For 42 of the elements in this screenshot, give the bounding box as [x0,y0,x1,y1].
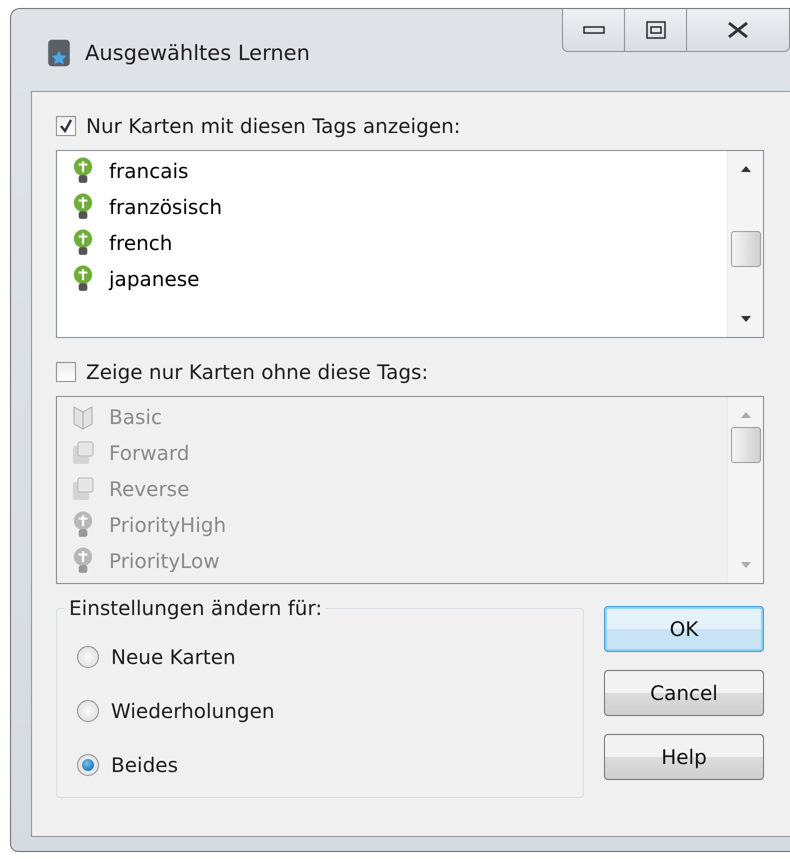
radio-label: Wiederholungen [111,699,275,723]
maximize-icon [646,21,666,39]
scroll-down-icon [740,561,752,569]
scrollbar[interactable] [727,397,763,583]
tag-item[interactable]: francais [109,159,188,183]
checkbox[interactable] [56,116,76,136]
lightbulb-icon [71,511,95,539]
dialog-button[interactable]: Help [604,734,764,780]
group-title: Einstellungen ändern für: [68,596,324,620]
checkbox-label: Nur Karten mit diesen Tags anzeigen: [86,114,461,138]
checkbox[interactable] [56,362,76,382]
radio-button[interactable] [77,700,99,722]
scroll-thumb[interactable] [730,231,760,267]
maximize-button[interactable] [625,9,687,51]
lightbulb-icon [71,547,95,575]
tag-item[interactable]: japanese [109,267,200,291]
minimize-icon [582,25,604,35]
scroll-thumb[interactable] [730,427,760,463]
dialog-button[interactable]: Cancel [604,670,764,716]
tag-item[interactable]: französisch [109,195,222,219]
card-icon [71,439,95,467]
radio-button[interactable] [77,754,99,776]
lightbulb-icon [71,193,95,221]
radio-label: Beides [111,753,178,777]
dialog-button[interactable]: OK [604,606,764,652]
lightbulb-icon [71,229,95,257]
radio-label: Neue Karten [111,645,236,669]
scrollbar[interactable] [727,151,763,337]
lightbulb-icon [71,157,95,185]
scroll-down-icon [740,315,752,323]
close-icon [726,21,750,39]
checkbox-label: Zeige nur Karten ohne diese Tags: [86,360,428,384]
radio-button[interactable] [77,646,99,668]
tag-item[interactable]: french [109,231,172,255]
card-icon [71,475,95,503]
window-title: Ausgewähltes Lernen [85,41,310,65]
minimize-button[interactable] [563,9,625,51]
close-button[interactable] [687,9,789,51]
app-icon [47,38,71,68]
scroll-up-icon [740,165,752,173]
scroll-up-icon [740,411,752,419]
lightbulb-icon [71,265,95,293]
